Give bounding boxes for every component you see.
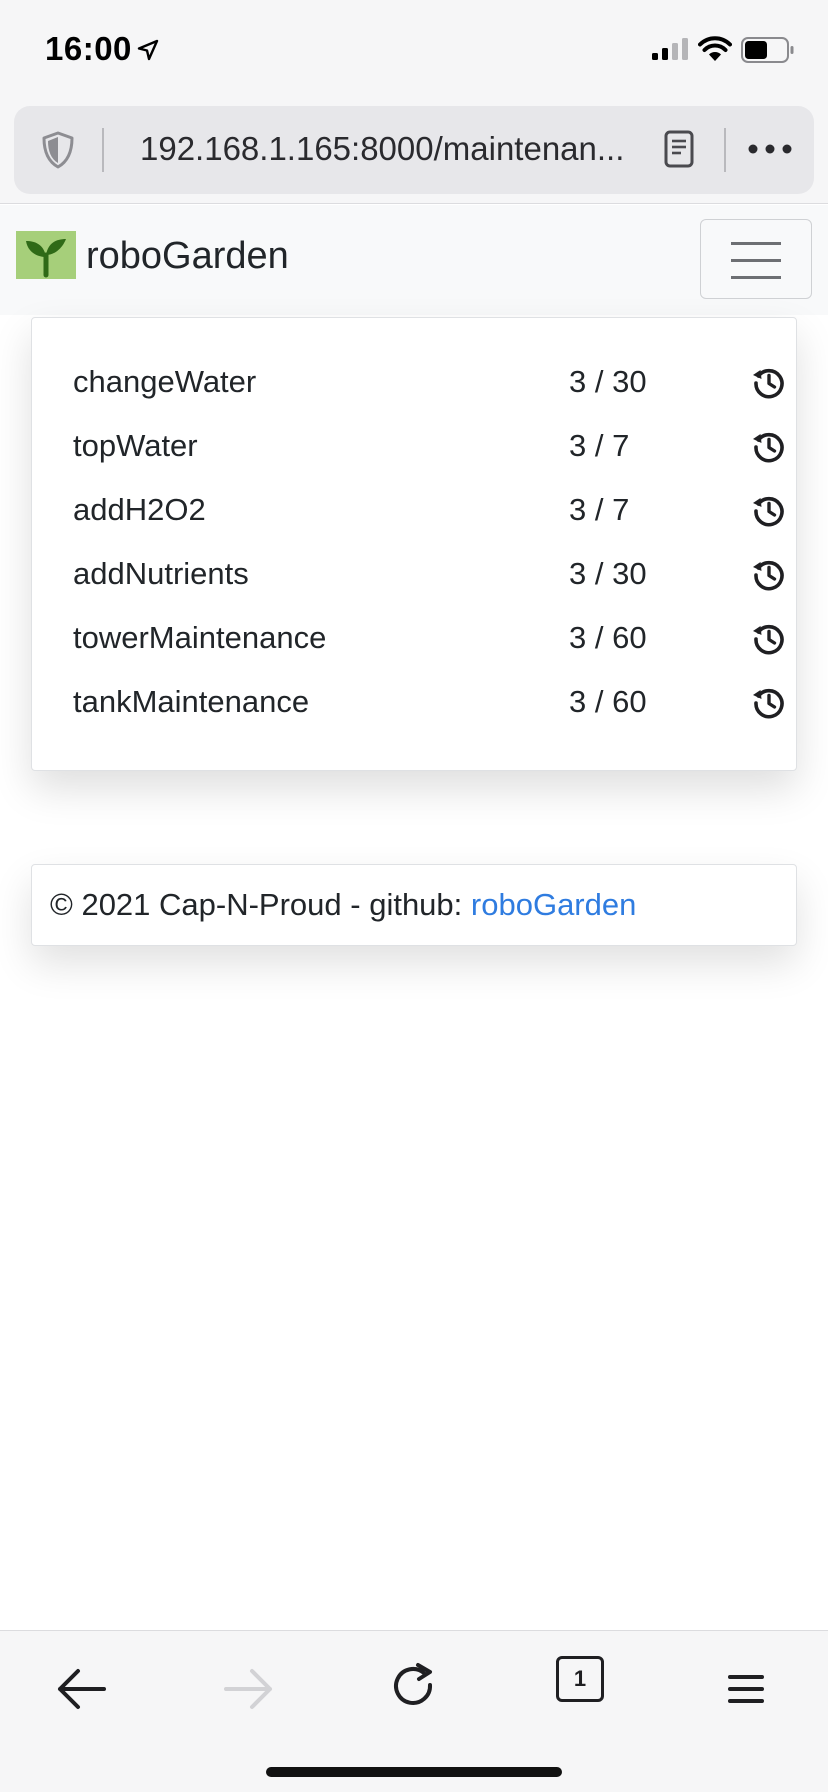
hamburger-menu-button[interactable] [700,219,812,299]
github-link[interactable]: roboGarden [471,887,636,922]
reload-icon[interactable] [374,1653,454,1725]
task-name: topWater [73,428,198,463]
home-indicator [266,1767,562,1777]
url-text[interactable]: 192.168.1.165:8000/maintenan... [140,130,650,168]
task-count: 3 / 7 [569,492,630,527]
task-count: 3 / 30 [569,556,647,591]
task-row: topWater 3 / 7 [32,416,798,480]
history-icon[interactable] [752,430,786,464]
history-icon[interactable] [752,558,786,592]
maintenance-card: changeWater 3 / 30 topWater 3 / 7 addH2O… [31,317,797,771]
shield-icon[interactable] [40,130,76,170]
battery-icon [741,37,794,63]
tabs-icon[interactable]: 1 [556,1656,604,1702]
browser-address-area: 192.168.1.165:8000/maintenan... [0,100,828,204]
hamburger-menu-icon [731,242,781,245]
wifi-icon [698,36,732,61]
forward-arrow-icon[interactable] [208,1653,288,1725]
task-count: 3 / 60 [569,620,647,655]
task-row: addNutrients 3 / 30 [32,544,798,608]
url-divider [102,128,104,172]
status-bar: 16:00 [0,0,828,100]
url-divider [724,128,726,172]
task-name: addH2O2 [73,492,206,527]
hamburger-menu-icon [731,276,781,279]
history-icon[interactable] [752,366,786,400]
status-time: 16:00 [45,30,132,67]
history-icon[interactable] [752,622,786,656]
task-name: changeWater [73,364,257,399]
address-bar[interactable]: 192.168.1.165:8000/maintenan... [14,106,814,194]
signal-icon [652,38,688,60]
task-row: changeWater 3 / 30 [32,352,798,416]
footer-copyright: © 2021 Cap-N-Proud - github: [50,887,471,922]
task-name: addNutrients [73,556,249,591]
task-name: towerMaintenance [73,620,327,655]
task-row: tankMaintenance 3 / 60 [32,672,798,736]
menu-icon[interactable] [706,1653,786,1725]
task-name: tankMaintenance [73,684,310,719]
page-content: roboGarden changeWater 3 / 30 topWater 3… [0,205,828,1629]
task-count: 3 / 60 [569,684,647,719]
task-count: 3 / 30 [569,364,647,399]
seedling-icon[interactable] [16,231,76,279]
reader-mode-icon[interactable] [664,130,694,168]
task-row: addH2O2 3 / 7 [32,480,798,544]
location-arrow-icon [137,39,159,61]
hamburger-menu-icon [731,259,781,262]
history-icon[interactable] [752,494,786,528]
footer: © 2021 Cap-N-Proud - github: roboGarden [31,864,797,946]
task-row: towerMaintenance 3 / 60 [32,608,798,672]
history-icon[interactable] [752,686,786,720]
navbar: roboGarden [0,205,828,315]
footer-text: © 2021 Cap-N-Proud - github: roboGarden [50,887,636,923]
brand-name[interactable]: roboGarden [86,235,289,278]
more-icon[interactable] [748,142,792,156]
back-arrow-icon[interactable] [42,1653,122,1725]
task-count: 3 / 7 [569,428,630,463]
